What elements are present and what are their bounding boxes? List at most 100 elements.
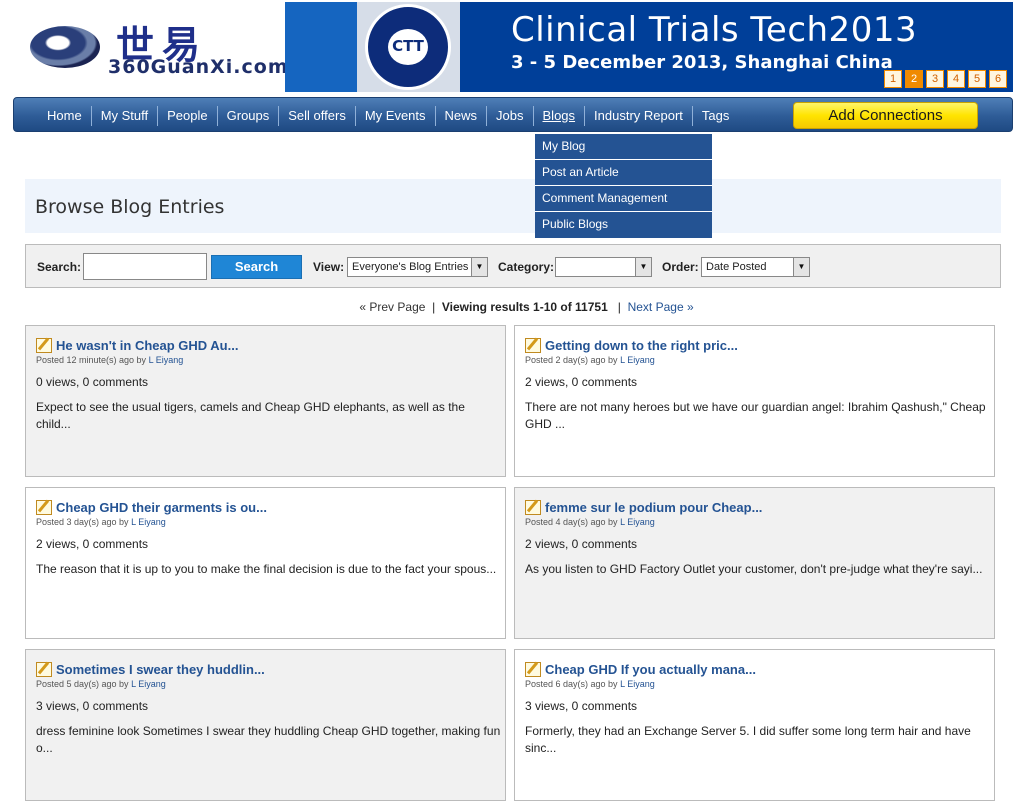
nav-my-stuff[interactable]: My Stuff	[92, 105, 159, 126]
author-link[interactable]: L Eiyang	[620, 517, 655, 527]
order-select[interactable]: Date Posted ▼	[701, 257, 810, 277]
blog-entry-card: Sometimes I swear they huddlin... Posted…	[25, 649, 506, 801]
blog-entry-card: He wasn't in Cheap GHD Au... Posted 12 m…	[25, 325, 506, 477]
seal-text: CTT	[392, 37, 424, 55]
posted-text: Posted 2 day(s) ago by	[525, 355, 618, 365]
posted-text: Posted 12 minute(s) ago by	[36, 355, 147, 365]
logo-site-name: 360GuanXi.com	[108, 56, 289, 78]
blog-entry-card: Cheap GHD If you actually mana... Posted…	[514, 649, 995, 801]
search-bar: Search: Search View: Everyone's Blog Ent…	[25, 244, 1001, 288]
menu-item-public-blogs[interactable]: Public Blogs	[535, 212, 712, 238]
search-button[interactable]: Search	[211, 255, 302, 279]
banner-page-4[interactable]: 4	[947, 70, 965, 88]
order-label: Order:	[662, 260, 699, 274]
menu-item-my-blog[interactable]: My Blog	[535, 134, 712, 160]
chevron-down-icon: ▼	[471, 258, 487, 276]
blog-entry-excerpt: Formerly, they had an Exchange Server 5.…	[525, 724, 971, 755]
blog-entry-title[interactable]: femme sur le podium pour Cheap...	[545, 500, 762, 515]
author-link[interactable]: L Eiyang	[149, 355, 184, 365]
blog-entry-excerpt: There are not many heroes but we have ou…	[525, 400, 986, 431]
nav-industry-report[interactable]: Industry Report	[585, 105, 693, 126]
blog-entry-icon	[525, 662, 541, 677]
main-nav: Home My Stuff People Groups Sell offers …	[13, 97, 1013, 132]
banner-subtitle: 3 - 5 December 2013, Shanghai China	[511, 52, 893, 73]
banner-page-3[interactable]: 3	[926, 70, 944, 88]
blog-entry-stats: 0 views, 0 comments	[36, 375, 149, 389]
category-label: Category:	[498, 260, 555, 274]
author-link[interactable]: L Eiyang	[620, 679, 655, 689]
title-band: Browse Blog Entries	[25, 179, 1001, 233]
nav-my-events[interactable]: My Events	[356, 105, 436, 126]
blog-entry-stats: 3 views, 0 comments	[525, 699, 638, 713]
posted-text: Posted 4 day(s) ago by	[525, 517, 618, 527]
blog-entry-title[interactable]: Cheap GHD their garments is ou...	[56, 500, 267, 515]
author-link[interactable]: L Eiyang	[131, 679, 166, 689]
blog-entry-card: femme sur le podium pour Cheap... Posted…	[514, 487, 995, 639]
blog-entry-icon	[36, 500, 52, 515]
add-connections-button[interactable]: Add Connections	[793, 102, 978, 129]
menu-item-post-article[interactable]: Post an Article	[535, 160, 712, 186]
nav-groups[interactable]: Groups	[218, 105, 280, 126]
category-select[interactable]: ▼	[555, 257, 652, 277]
blogs-dropdown-menu: My Blog Post an Article Comment Manageme…	[535, 134, 712, 238]
blog-entry-excerpt: The reason that it is up to you to make …	[36, 562, 497, 576]
blog-entry-excerpt: As you listen to GHD Factory Outlet your…	[525, 562, 983, 576]
view-select[interactable]: Everyone's Blog Entries ▼	[347, 257, 488, 277]
author-link[interactable]: L Eiyang	[620, 355, 655, 365]
blog-entry-meta: Posted 5 day(s) ago by L Eiyang	[36, 679, 166, 689]
banner-pagination: 1 2 3 4 5 6	[884, 70, 1007, 88]
nav-blogs-label: Blogs	[542, 107, 576, 123]
site-header: 世易 360GuanXi.com CTT Clinical Trials Tec…	[0, 0, 1033, 96]
nav-home[interactable]: Home	[38, 105, 92, 126]
view-label: View:	[313, 260, 345, 274]
banner-page-1[interactable]: 1	[884, 70, 902, 88]
blog-entry-meta: Posted 12 minute(s) ago by L Eiyang	[36, 355, 183, 365]
blog-entry-card: Getting down to the right pric... Posted…	[514, 325, 995, 477]
blog-entry-excerpt: Expect to see the usual tigers, camels a…	[36, 400, 465, 431]
blog-entry-meta: Posted 3 day(s) ago by L Eiyang	[36, 517, 166, 527]
prev-page-link[interactable]: « Prev Page	[359, 300, 425, 314]
nav-blogs[interactable]: Blogs	[534, 105, 586, 126]
nav-jobs[interactable]: Jobs	[487, 105, 534, 126]
chevron-down-icon: ▼	[635, 258, 651, 276]
ad-banner[interactable]: CTT Clinical Trials Tech2013 3 - 5 Decem…	[285, 2, 1013, 92]
menu-item-comment-management[interactable]: Comment Management	[535, 186, 712, 212]
blog-entry-title[interactable]: He wasn't in Cheap GHD Au...	[56, 338, 238, 353]
banner-title: Clinical Trials Tech2013	[511, 10, 918, 50]
blog-entry-meta: Posted 2 day(s) ago by L Eiyang	[525, 355, 655, 365]
banner-page-6[interactable]: 6	[989, 70, 1007, 88]
nav-people[interactable]: People	[158, 105, 218, 126]
author-link[interactable]: L Eiyang	[131, 517, 166, 527]
page-title: Browse Blog Entries	[35, 196, 225, 218]
viewing-results: Viewing results 1-10 of 11751	[441, 300, 608, 314]
site-logo[interactable]: 世易 360GuanXi.com	[28, 12, 288, 84]
blog-entry-icon	[525, 500, 541, 515]
chevron-down-icon: ▼	[793, 258, 809, 276]
blog-entry-icon	[525, 338, 541, 353]
blog-entry-icon	[36, 662, 52, 677]
blog-entry-card: Cheap GHD their garments is ou... Posted…	[25, 487, 506, 639]
blog-entry-title[interactable]: Getting down to the right pric...	[545, 338, 738, 353]
blog-entry-title[interactable]: Cheap GHD If you actually mana...	[545, 662, 756, 677]
blog-entry-icon	[36, 338, 52, 353]
pager-separator: |	[617, 300, 621, 314]
posted-text: Posted 3 day(s) ago by	[36, 517, 129, 527]
blog-entry-title[interactable]: Sometimes I swear they huddlin...	[56, 662, 265, 677]
nav-news[interactable]: News	[436, 105, 488, 126]
logo-swirl-icon	[30, 26, 100, 68]
posted-text: Posted 6 day(s) ago by	[525, 679, 618, 689]
nav-sell-offers[interactable]: Sell offers	[279, 105, 356, 126]
search-input[interactable]	[83, 253, 207, 280]
pager-separator: |	[432, 300, 436, 314]
banner-page-2[interactable]: 2	[905, 70, 923, 88]
next-page-link[interactable]: Next Page »	[628, 300, 694, 314]
blog-entry-stats: 3 views, 0 comments	[36, 699, 149, 713]
banner-page-5[interactable]: 5	[968, 70, 986, 88]
search-label: Search:	[37, 260, 82, 274]
seal-center: CTT	[388, 29, 428, 65]
blog-entry-meta: Posted 4 day(s) ago by L Eiyang	[525, 517, 655, 527]
blog-entry-meta: Posted 6 day(s) ago by L Eiyang	[525, 679, 655, 689]
view-select-value: Everyone's Blog Entries	[352, 261, 469, 273]
banner-left-panel	[285, 2, 357, 92]
nav-tags[interactable]: Tags	[693, 106, 738, 126]
